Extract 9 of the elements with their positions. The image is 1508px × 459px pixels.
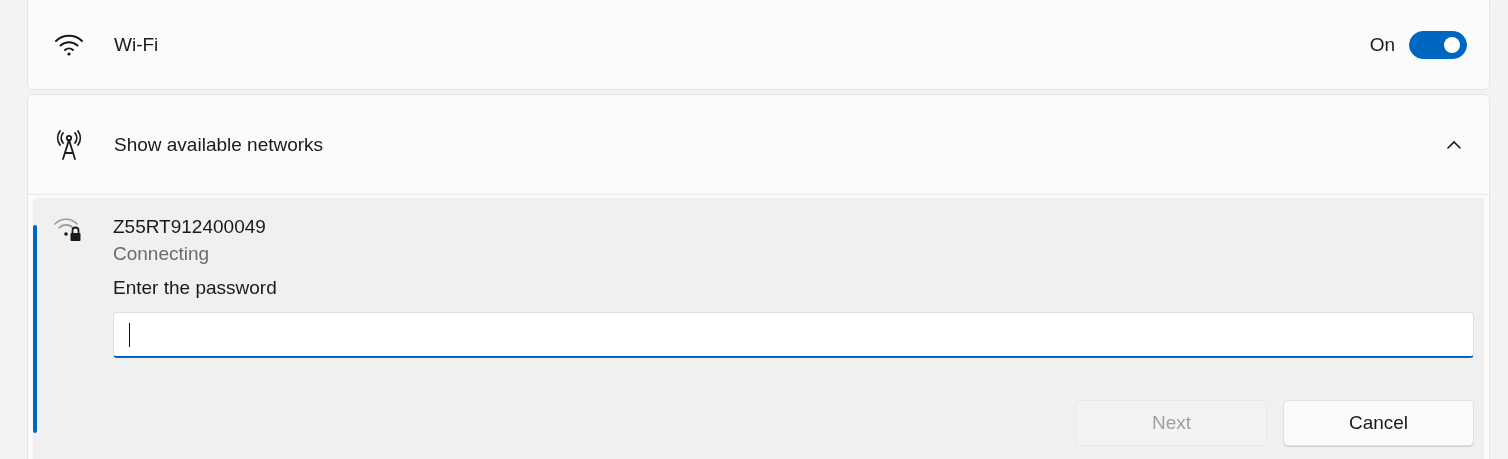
network-name: Z55RT912400049	[113, 215, 267, 239]
cancel-button[interactable]: Cancel	[1283, 400, 1474, 446]
network-status: Connecting	[113, 242, 211, 266]
password-field[interactable]	[113, 312, 1474, 358]
section-label: Show available networks	[114, 133, 324, 156]
wifi-label: Wi-Fi	[114, 34, 159, 56]
toggle-state: On	[1369, 34, 1395, 56]
wifi-toggle[interactable]	[1409, 31, 1467, 59]
password-label: Enter the password	[113, 276, 278, 300]
